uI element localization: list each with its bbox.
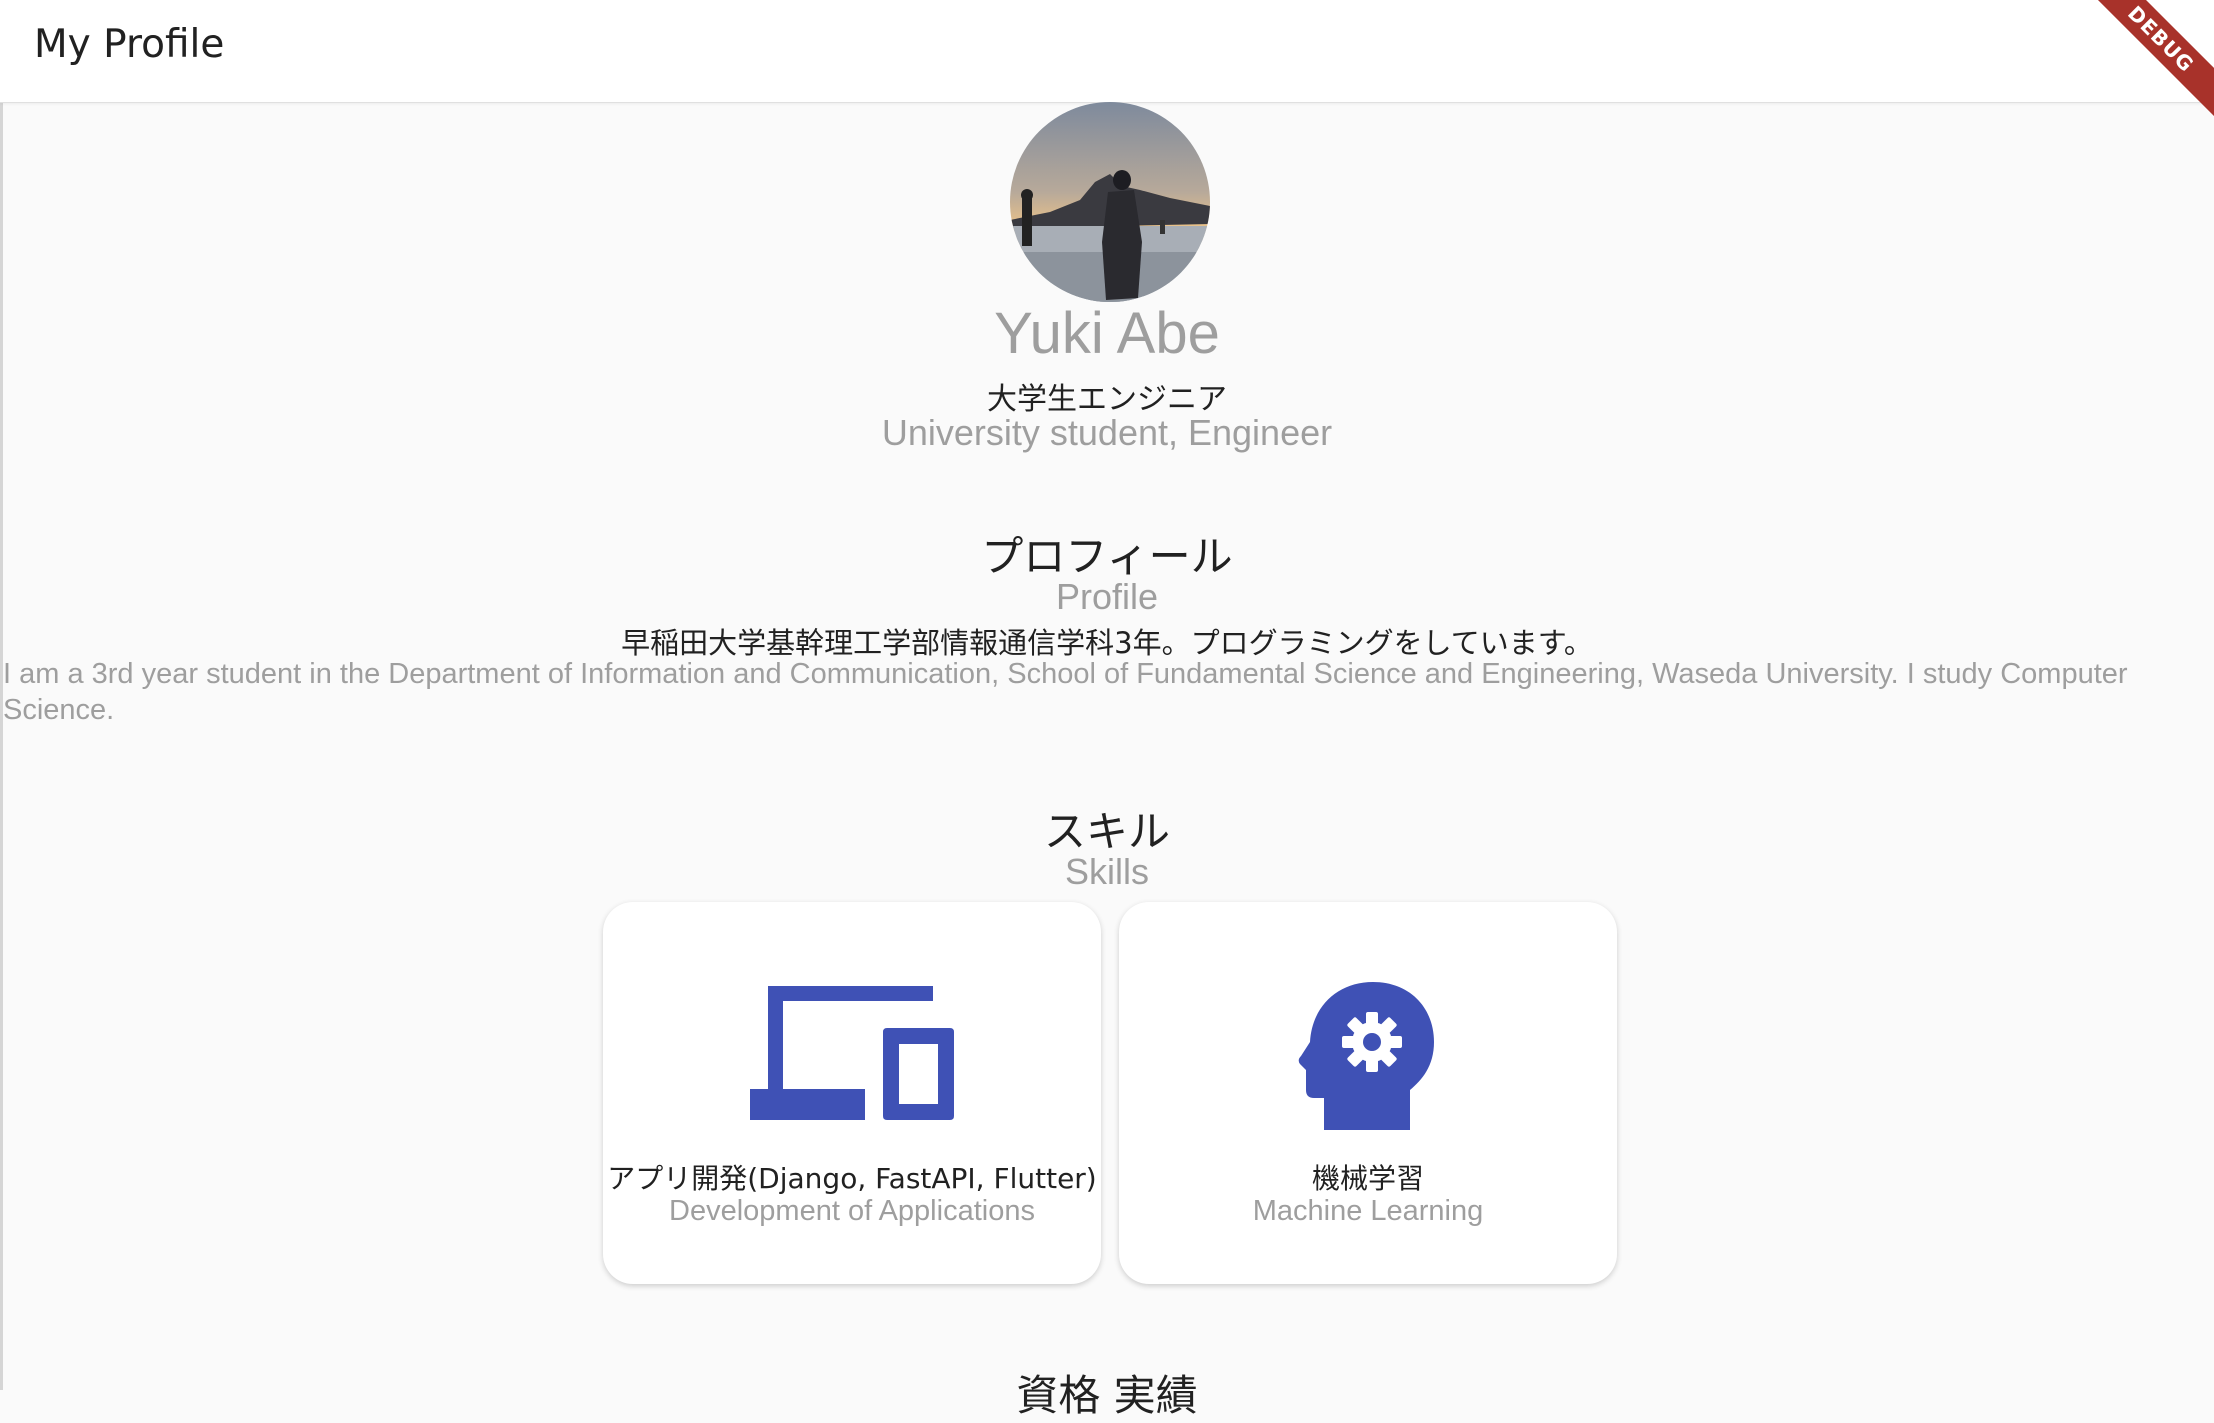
avatar bbox=[1010, 102, 1210, 302]
skill-card-machine-learning[interactable]: 機械学習 Machine Learning bbox=[1119, 902, 1617, 1284]
profile-subtitle-en: University student, Engineer bbox=[881, 412, 1333, 453]
app-bar: My Profile bbox=[0, 0, 2214, 103]
skills-section-title-en: Skills bbox=[1064, 851, 1149, 892]
qualifications-section-title-ja: 資格 実績 bbox=[1016, 1371, 1198, 1420]
skill-label-ja: アプリ開発(Django, FastAPI, Flutter) bbox=[607, 1162, 1097, 1195]
skill-label-en: Machine Learning bbox=[1252, 1195, 1484, 1227]
devices-icon bbox=[603, 986, 1101, 1128]
app-bar-title: My Profile bbox=[34, 22, 225, 67]
skill-label-en: Development of Applications bbox=[669, 1195, 1035, 1227]
profile-body-en: I am a 3rd year student in the Departmen… bbox=[3, 658, 2128, 726]
skills-section-title-ja: スキル bbox=[1043, 807, 1170, 856]
profile-section-title-ja: プロフィール bbox=[981, 532, 1233, 581]
psychology-gear-head-icon bbox=[1119, 980, 1617, 1136]
profile-name: Yuki Abe bbox=[994, 301, 1220, 366]
skill-label-ja: 機械学習 bbox=[1311, 1162, 1424, 1195]
skill-card-app-development[interactable]: アプリ開発(Django, FastAPI, Flutter) Developm… bbox=[603, 902, 1101, 1284]
profile-section-title-en: Profile bbox=[1055, 576, 1159, 617]
